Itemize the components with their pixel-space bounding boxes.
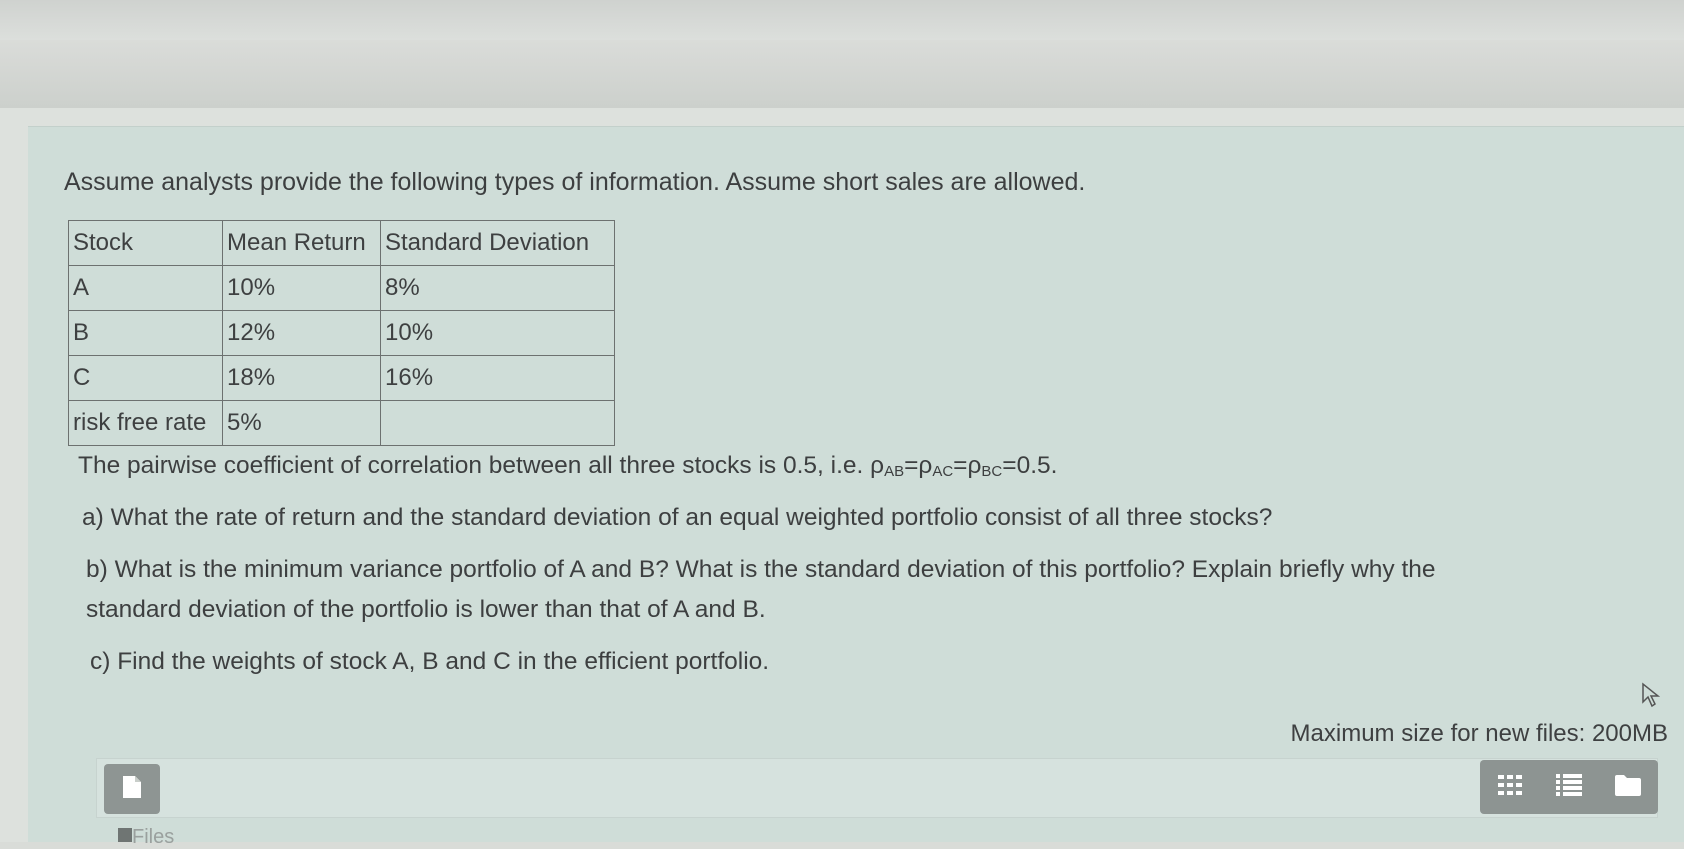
table-row: C 18% 16% bbox=[68, 355, 615, 401]
table-cell: 8% bbox=[380, 265, 615, 311]
tree-view-button[interactable] bbox=[1608, 767, 1648, 807]
stock-info-table: Stock Mean Return Standard Deviation A 1… bbox=[68, 220, 615, 446]
grid-view-button[interactable] bbox=[1490, 767, 1530, 807]
view-mode-switcher bbox=[1480, 760, 1658, 814]
rho-symbol: ρ bbox=[870, 452, 885, 479]
folder-icon bbox=[1614, 773, 1642, 802]
table-row: risk free rate 5% bbox=[68, 400, 615, 446]
table-cell: 18% bbox=[222, 355, 381, 401]
table-header-row: Stock Mean Return Standard Deviation bbox=[68, 220, 615, 266]
table-cell: risk free rate bbox=[68, 400, 223, 446]
grid-view-icon bbox=[1497, 774, 1523, 801]
list-view-button[interactable] bbox=[1549, 767, 1589, 807]
table-row: B 12% 10% bbox=[68, 310, 615, 356]
correlation-statement: The pairwise coefficient of correlation … bbox=[78, 452, 1058, 480]
list-view-icon bbox=[1555, 773, 1583, 802]
file-picker-toolbar bbox=[96, 758, 1658, 818]
rho-symbol: ρ bbox=[918, 452, 933, 479]
table-cell: B bbox=[68, 310, 223, 356]
table-cell bbox=[380, 400, 615, 446]
mouse-cursor-icon bbox=[1640, 682, 1664, 713]
add-file-button[interactable] bbox=[104, 764, 160, 814]
question-part-b-line2: standard deviation of the portfolio is l… bbox=[86, 596, 766, 623]
page-header-band bbox=[0, 40, 1684, 108]
question-part-b-line1: b) What is the minimum variance portfoli… bbox=[86, 556, 1436, 583]
table-cell: C bbox=[68, 355, 223, 401]
rho-symbol: ρ bbox=[967, 452, 982, 479]
table-header-cell: Standard Deviation bbox=[380, 220, 615, 266]
table-cell: 5% bbox=[222, 400, 381, 446]
browser-top-band bbox=[0, 0, 1684, 40]
table-header-cell: Mean Return bbox=[222, 220, 381, 266]
question-part-a: a) What the rate of return and the stand… bbox=[82, 504, 1273, 531]
folder-icon bbox=[118, 828, 132, 842]
question-intro: Assume analysts provide the following ty… bbox=[64, 168, 1086, 196]
files-tree-label[interactable]: Files bbox=[132, 826, 174, 849]
table-cell: 10% bbox=[380, 310, 615, 356]
table-header-cell: Stock bbox=[68, 220, 223, 266]
table-cell: 16% bbox=[380, 355, 615, 401]
table-cell: 10% bbox=[222, 265, 381, 311]
table-cell: 12% bbox=[222, 310, 381, 356]
table-cell: A bbox=[68, 265, 223, 311]
max-file-size-note: Maximum size for new files: 200MB bbox=[1290, 720, 1668, 747]
file-icon bbox=[121, 774, 143, 805]
table-row: A 10% 8% bbox=[68, 265, 615, 311]
question-part-c: c) Find the weights of stock A, B and C … bbox=[90, 648, 770, 675]
